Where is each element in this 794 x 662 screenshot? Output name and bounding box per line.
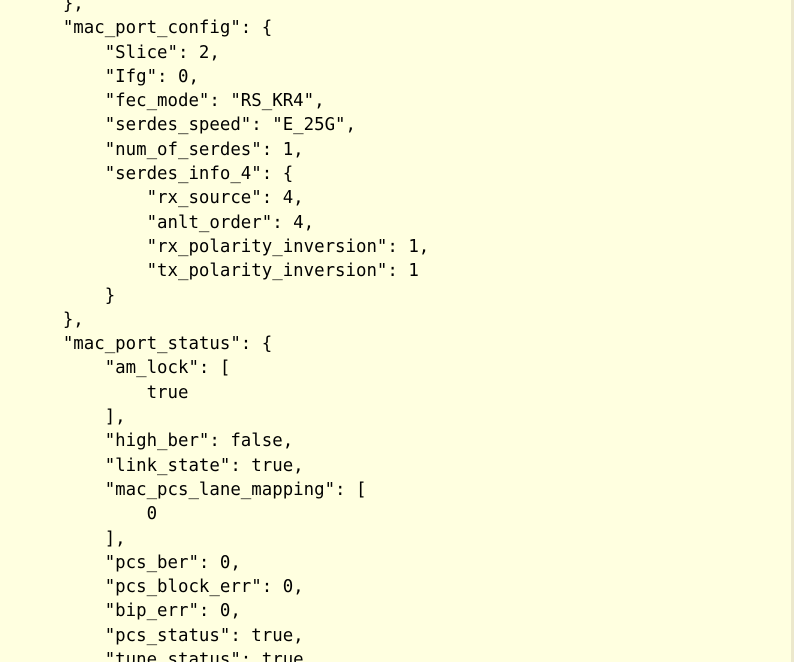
code-line: "mac_port_config": { [0, 18, 273, 39]
code-line: 0 [0, 504, 158, 525]
code-line: "link_state": true, [0, 455, 304, 476]
code-line: "rx_source": 4, [0, 188, 304, 209]
code-line: "bip_err": 0, [0, 601, 241, 622]
code-line: "anlt_order": 4, [0, 212, 315, 233]
code-line: ], [0, 407, 126, 428]
code-line: "high_ber": false, [0, 431, 294, 452]
code-line: ], [0, 528, 126, 549]
code-line: true [0, 382, 189, 403]
code-line: }, [0, 309, 84, 330]
json-viewer: }, "mac_port_config": { "Slice": 2, "Ifg… [0, 0, 794, 662]
code-line: "Ifg": 0, [0, 66, 199, 87]
code-line: "serdes_info_4": { [0, 164, 294, 185]
code-line: "Slice": 2, [0, 42, 220, 63]
code-line: "rx_polarity_inversion": 1, [0, 236, 430, 257]
code-line: "num_of_serdes": 1, [0, 139, 304, 160]
code-line: "pcs_block_err": 0, [0, 577, 304, 598]
code-line: "pcs_status": true, [0, 625, 304, 646]
code-line: }, [0, 0, 84, 14]
code-line: "serdes_speed": "E_25G", [0, 115, 356, 136]
json-code-block: }, "mac_port_config": { "Slice": 2, "Ifg… [0, 0, 429, 662]
code-line: "fec_mode": "RS_KR4", [0, 91, 325, 112]
code-line: "tune_status": true [0, 650, 304, 662]
code-line: "am_lock": [ [0, 358, 231, 379]
code-line: "pcs_ber": 0, [0, 552, 241, 573]
code-line: } [0, 285, 116, 306]
code-line: "mac_port_status": { [0, 334, 273, 355]
code-line: "tx_polarity_inversion": 1 [0, 261, 419, 282]
code-line: "mac_pcs_lane_mapping": [ [0, 479, 367, 500]
